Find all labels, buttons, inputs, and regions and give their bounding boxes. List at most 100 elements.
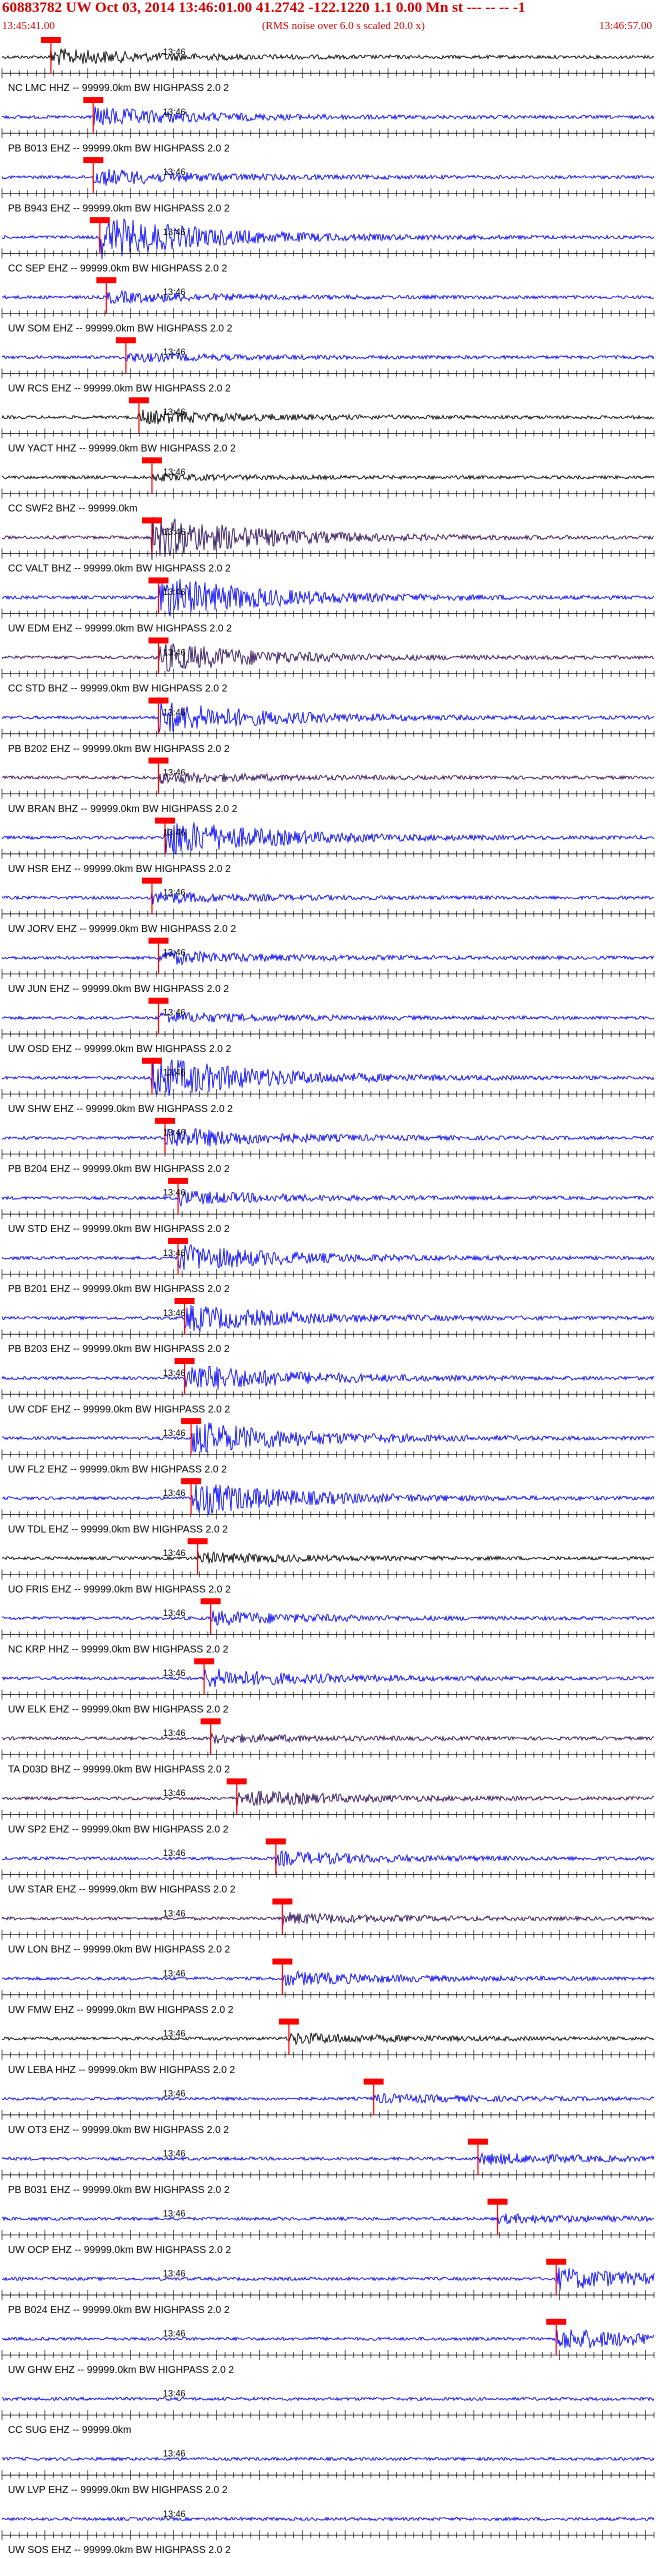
time-label: 13:46 (163, 227, 186, 237)
station-label: UW OSD EHZ -- 99999.0km BW HIGHPASS 2.0 … (8, 1044, 232, 1055)
time-label: 13:46 (163, 1848, 186, 1858)
pick-flag (128, 397, 149, 404)
trace-row: 13:46 UO FRIS EHZ -- 99999.0km BW HIGHPAS… (1, 1538, 655, 1595)
waveform (1, 2213, 654, 2225)
waveform (1, 2456, 655, 2462)
time-label: 13:46 (163, 647, 186, 657)
waveform (1, 1911, 655, 1926)
station-label: UW STD EHZ -- 99999.0km BW HIGHPASS 2.0 … (8, 1224, 230, 1235)
time-label: 13:46 (163, 1968, 186, 1978)
waveform (1, 1610, 655, 1626)
time-label: 13:46 (163, 1128, 186, 1138)
trace-row: 13:46 UW ELK EHZ -- 99999.0km BW HIGHPASS… (1, 1658, 655, 1716)
waveform (1, 2151, 655, 2165)
time-label: 13:46 (163, 1248, 186, 1258)
pick-flag (83, 97, 104, 104)
waveform (1, 1011, 655, 1023)
rms-note: (RMS noise over 6.0 s scaled 20.0 x) (262, 20, 425, 32)
station-label: CC STD BHZ -- 99999.0km BW HIGHPASS 2.0 … (8, 684, 228, 695)
trace-row: 13:46 UW GHW EHZ -- 99999.0km BW HIGHPASS… (1, 2318, 655, 2376)
time-label: 13:46 (163, 107, 186, 117)
time-label: 13:46 (163, 1548, 186, 1558)
trace-row: 13:46 UW JUN EHZ -- 99999.0km BW HIGHPASS… (1, 937, 655, 995)
station-label: UW BRAN BHZ -- 99999.0km BW HIGHPASS 2.0… (8, 804, 238, 815)
time-label: 13:46 (163, 2329, 186, 2339)
pick-flag (363, 2078, 384, 2085)
pick-flag (546, 2258, 567, 2265)
time-label: 13:46 (163, 2028, 186, 2038)
pick-flag (174, 1358, 195, 1365)
station-label: UW FL2 EHZ -- 99999.0km BW HIGHPASS 2.0 … (8, 1464, 227, 1475)
station-label: UW STAR EHZ -- 99999.0km BW HIGHPASS 2.0… (8, 1885, 236, 1896)
pick-flag (155, 817, 175, 824)
pick-flag (187, 1538, 208, 1545)
trace-row: 13:46 CC STD BHZ -- 99999.0km BW HIGHPASS… (1, 637, 655, 695)
pick-flag (96, 277, 117, 284)
time-label: 13:46 (163, 2088, 186, 2098)
trace-row: 13:46 UW SHW EHZ -- 99999.0km BW HIGHPASS… (1, 1057, 655, 1115)
trace-row: 13:46 PB B202 EHZ -- 99999.0km BW HIGHPAS… (1, 697, 655, 755)
trace-row: 13:46 UW BRAN BHZ -- 99999.0km BW HIGHPAS… (1, 757, 655, 815)
station-label: PB B943 EHZ -- 99999.0km BW HIGHPASS 2.0… (8, 203, 230, 214)
waveform (1, 409, 655, 425)
waveform (1, 822, 655, 855)
trace-row: 13:46 UW OCP EHZ -- 99999.0km BW HIGHPASS… (1, 2198, 655, 2256)
station-label: PB B024 EHZ -- 99999.0km BW HIGHPASS 2.0… (8, 2305, 230, 2316)
waveform (1, 1849, 655, 1867)
pick-flag (546, 2318, 567, 2325)
station-label: UW EDM EHZ -- 99999.0km BW HIGHPASS 2.0 … (8, 624, 232, 635)
pick-flag (148, 697, 169, 704)
trace-row: 13:46 UW STAR EHZ -- 99999.0km BW HIGHPAS… (1, 1838, 655, 1896)
station-label: UW LEBA HHZ -- 99999.0km BW HIGHPASS 2.0… (8, 2065, 236, 2076)
pick-flag (148, 997, 169, 1004)
station-label: UW JUN EHZ -- 99999.0km BW HIGHPASS 2.0 … (8, 984, 229, 995)
waveform (1, 2516, 655, 2522)
waveform (1, 169, 655, 186)
trace-row: 13:46 NC KRP HHZ -- 99999.0km BW HIGHPASS… (1, 1598, 655, 1655)
station-label: PB B202 EHZ -- 99999.0km BW HIGHPASS 2.0… (8, 744, 230, 755)
station-label: UW OCP EHZ -- 99999.0km BW HIGHPASS 2.0 … (8, 2245, 231, 2256)
waveform (1, 1243, 655, 1270)
pick-flag (272, 1958, 293, 1965)
station-label: NC LMC HHZ -- 99999.0km BW HIGHPASS 2.0 … (8, 83, 229, 94)
time-label: 13:46 (163, 47, 186, 57)
trace-row: 13:46 PB B204 EHZ -- 99999.0km BW HIGHPAS… (1, 1117, 655, 1175)
start-time: 13:45:41.00 (2, 20, 55, 32)
trace-row: 13:46 PB B031 EHZ -- 99999.0km BW HIGHPAS… (1, 2138, 655, 2196)
time-label: 13:46 (163, 887, 186, 897)
waveform (1, 2092, 655, 2105)
time-label: 13:46 (163, 827, 186, 837)
time-label: 13:46 (163, 1608, 186, 1618)
station-label: CC SUG EHZ -- 99999.0km (8, 2425, 131, 2436)
pick-flag (487, 2198, 508, 2205)
time-label: 13:46 (163, 1908, 186, 1918)
station-label: PB B013 EHZ -- 99999.0km BW HIGHPASS 2.0… (8, 143, 230, 154)
time-label: 13:46 (163, 527, 186, 537)
pick-flag (148, 757, 169, 764)
waveform (1, 1732, 655, 1744)
time-label: 13:46 (163, 2509, 186, 2519)
end-time: 13:46:57.00 (599, 20, 652, 32)
station-label: UW CDF EHZ -- 99999.0km BW HIGHPASS 2.0 … (8, 1404, 231, 1415)
plot-header: 60883782 UW Oct 03, 2014 13:46:01.00 41.… (0, 0, 656, 36)
time-label: 13:46 (163, 1428, 186, 1438)
station-label: UW YACT HHZ -- 99999.0km BW HIGHPASS 2.0… (8, 444, 236, 455)
pick-flag (141, 1057, 162, 1064)
waveform (1, 351, 655, 363)
time-label: 13:46 (163, 1788, 186, 1798)
time-label: 13:46 (163, 287, 186, 297)
trace-row: 13:46 CC VALT BHZ -- 99999.0km BW HIGHPAS… (1, 516, 655, 575)
station-label: UW LON BHZ -- 99999.0km BW HIGHPASS 2.0 … (8, 1945, 231, 1956)
waveform (1, 1668, 655, 1688)
trace-row: 13:46 UW STD EHZ -- 99999.0km BW HIGHPASS… (1, 1177, 655, 1235)
trace-row: 13:46 UW SP2 EHZ -- 99999.0km BW HIGHPASS… (1, 1778, 655, 1836)
time-label: 13:46 (163, 1188, 186, 1198)
event-title: 60883782 UW Oct 03, 2014 13:46:01.00 41.… (2, 0, 526, 16)
station-label: TA D03D BHZ -- 99999.0km BW HIGHPASS 2.0… (8, 1765, 230, 1776)
pick-flag (40, 37, 61, 43)
waveform (1, 1189, 655, 1208)
waveform (1, 1057, 655, 1096)
time-label: 13:46 (163, 2209, 186, 2219)
station-label: UW SOM EHZ -- 99999.0km BW HIGHPASS 2.0 … (8, 323, 233, 334)
time-label: 13:46 (163, 1308, 186, 1318)
